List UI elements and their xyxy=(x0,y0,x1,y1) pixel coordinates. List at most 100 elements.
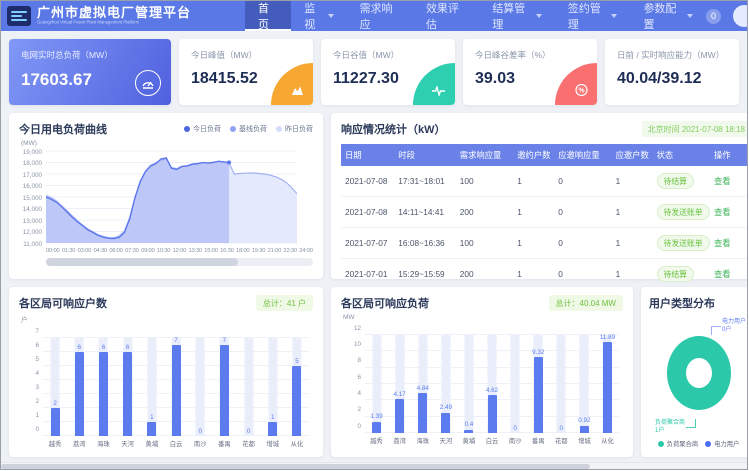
kpi-card-response-capacity: 日前 / 实时响应能力（MW） 40.04/39.12 xyxy=(605,39,739,105)
load-curve-plot: 19,00018,00017,00016,00015,00014,00013,0… xyxy=(19,148,313,246)
y-tick-label: 10 xyxy=(354,342,361,348)
legend-dot xyxy=(276,126,282,132)
legend-dot xyxy=(705,441,711,447)
col-header: 日期 xyxy=(341,144,394,166)
bar-col-0: 2 xyxy=(43,338,67,436)
bar-value-label: 6 xyxy=(126,345,130,351)
x-category-label: 越秀 xyxy=(43,439,67,448)
legend-label: 基线负荷 xyxy=(239,124,267,134)
callout-label: 电力用户 xyxy=(722,319,746,327)
nav-item-2[interactable]: 需求响应 xyxy=(347,1,413,31)
load-curve-title: 今日用电负荷曲线 xyxy=(19,121,107,137)
x-category-label: 从化 xyxy=(285,439,309,448)
table-header-row: 日期时段需求响应量邀约户数应邀响应量应邀户数状态操作 xyxy=(341,144,748,166)
bar-value-label: 0.4 xyxy=(465,422,474,428)
nav-item-label: 首页 xyxy=(258,0,278,32)
col-header: 应邀户数 xyxy=(612,144,653,166)
y-tick-label: 5 xyxy=(35,357,39,363)
view-link[interactable]: 查看 xyxy=(714,176,731,186)
bar-col-5: 4.62 xyxy=(480,335,503,433)
legend-label: 今日负荷 xyxy=(193,124,221,134)
bar xyxy=(268,422,277,436)
table-row: 2021-07-0115:29~15:59200101待结算查看 xyxy=(341,259,748,290)
nav-item-5[interactable]: 签约管理 xyxy=(555,1,631,31)
col-header: 应邀响应量 xyxy=(554,144,611,166)
view-link[interactable]: 查看 xyxy=(714,238,731,248)
callout-line xyxy=(686,419,696,428)
y-tick-label: 2 xyxy=(357,407,361,413)
bar-value-label: 0 xyxy=(247,429,251,435)
bottom-row: 各区局可响应户数 总计：41 户 户 0123456726661707015 越… xyxy=(9,287,739,457)
nav-item-3[interactable]: 效果评估 xyxy=(413,1,479,31)
y-tick-label: 3 xyxy=(35,385,39,391)
bar-col-8: 0 xyxy=(550,335,573,433)
bar xyxy=(75,352,84,436)
kpi-value: 40.04/39.12 xyxy=(617,70,727,88)
x-category-label: 海珠 xyxy=(411,436,434,445)
bar xyxy=(51,408,60,436)
view-link[interactable]: 查看 xyxy=(714,207,731,217)
bar-value-label: 0 xyxy=(513,426,517,432)
callout-power-user: 电力用户 0户 xyxy=(722,319,746,334)
kpi-label: 今日峰谷差率（%） xyxy=(475,49,585,61)
load-curve-card: 今日用电负荷曲线 今日负荷基线负荷昨日负荷 (MW) 19,00018,0001… xyxy=(9,113,323,279)
bar xyxy=(172,345,181,436)
chevron-down-icon xyxy=(611,14,617,18)
legend-label: 电力用户 xyxy=(714,439,739,448)
bar-value-label: 7 xyxy=(223,338,227,344)
bar-col-1: 4.17 xyxy=(388,335,411,433)
col-header: 状态 xyxy=(653,144,710,166)
app-title: 广州市虚拟电厂管理平台 xyxy=(37,6,191,20)
nav-item-1[interactable]: 监视 xyxy=(291,1,346,31)
nav-item-4[interactable]: 结算管理 xyxy=(479,1,555,31)
bar xyxy=(580,426,589,434)
load-y-axis: 19,00018,00017,00016,00015,00014,00013,0… xyxy=(19,148,46,246)
kpi-label: 今日谷值（MW） xyxy=(333,49,443,61)
nav-item-0[interactable]: 首页 xyxy=(245,1,291,31)
bar xyxy=(464,430,473,433)
load-curve-legend: 今日负荷 基线负荷昨日负荷 xyxy=(184,124,313,134)
callout-aggregator: 负荷聚合商 1户 xyxy=(655,420,685,435)
bar-col-7: 7 xyxy=(212,338,236,436)
legend-item-2[interactable]: 昨日负荷 xyxy=(276,124,313,134)
avatar[interactable] xyxy=(733,5,748,27)
kpi-card-peak: 今日峰值（MW） 18415.52 xyxy=(179,39,313,105)
bar xyxy=(488,395,497,433)
x-category-label: 白云 xyxy=(480,436,503,445)
legend-item-1[interactable]: 基线负荷 xyxy=(230,124,267,134)
x-category-label: 荔湾 xyxy=(388,436,411,445)
x-category-label: 花都 xyxy=(550,436,573,445)
main-nav: 首页监视需求响应效果评估结算管理签约管理参数配置 xyxy=(245,1,706,31)
chart-zoom-slider[interactable] xyxy=(46,258,313,266)
donut-legend-item-0[interactable]: 负荷聚合商 xyxy=(658,439,698,448)
bar xyxy=(99,352,108,436)
user-type-legend: 负荷聚合商 电力用户 xyxy=(649,439,748,448)
x-category-label: 南沙 xyxy=(188,439,212,448)
scrollbar-thumb[interactable] xyxy=(1,464,590,469)
callout-line xyxy=(711,326,721,335)
bar-col-4: 0.4 xyxy=(457,335,480,433)
table-row: 2021-07-0817:31~18:01100101待结算查看 xyxy=(341,166,748,197)
horizontal-scrollbar[interactable] xyxy=(1,462,747,469)
chart-zoom-thumb[interactable] xyxy=(46,258,238,266)
bar-value-label: 0 xyxy=(560,426,564,432)
user-type-card: 用户类型分布 电力用户 0户 负荷聚合商 1户 负荷聚合商电力用户 xyxy=(641,287,748,457)
bar-background xyxy=(511,335,520,433)
donut-legend-item-1[interactable]: 电力用户 xyxy=(705,439,739,448)
bar xyxy=(534,357,543,433)
bar-background xyxy=(244,338,253,436)
bar xyxy=(418,393,427,433)
view-link[interactable]: 查看 xyxy=(714,269,731,279)
nav-item-label: 监视 xyxy=(304,0,323,32)
svg-text:%: % xyxy=(578,87,585,94)
district-users-categories: 越秀荔湾海珠天河黄埔白云南沙番禺花都增城从化 xyxy=(43,439,309,448)
bar-background xyxy=(557,335,566,433)
notification-badge[interactable]: 0 xyxy=(706,9,721,24)
bar-value-label: 6 xyxy=(102,345,106,351)
district-users-title: 各区局可响应户数 xyxy=(19,295,107,311)
nav-item-6[interactable]: 参数配置 xyxy=(630,1,706,31)
legend-item-0[interactable]: 今日负荷 xyxy=(184,124,221,134)
bar-col-1: 6 xyxy=(67,338,91,436)
bar xyxy=(603,342,612,433)
bar-value-label: 9.32 xyxy=(532,350,544,356)
